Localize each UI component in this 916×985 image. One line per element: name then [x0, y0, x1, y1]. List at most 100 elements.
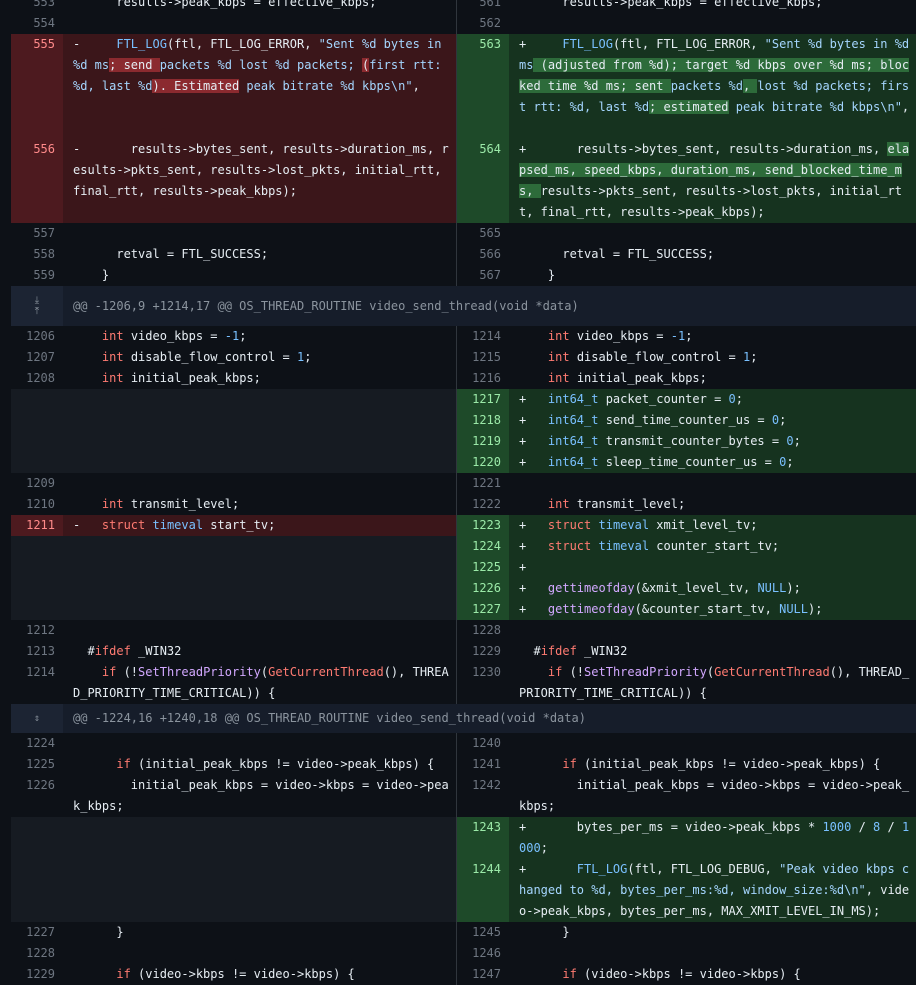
code-token: ,	[742, 79, 758, 93]
left-line-number[interactable]: 1211	[11, 515, 63, 536]
right-line-number[interactable]: 1221	[457, 473, 509, 494]
left-line-number[interactable]: 556	[11, 139, 63, 223]
hunk-expander[interactable]: ⇕	[11, 704, 63, 733]
right-code-line: + bytes_per_ms = video->peak_kbps * 1000…	[509, 817, 916, 859]
left-line-number[interactable]: 1206	[11, 326, 63, 347]
left-code-line: - FTL_LOG(ftl, FTL_LOG_ERROR, "Sent %d b…	[63, 34, 456, 139]
gutter-edge	[0, 410, 11, 431]
right-line-number[interactable]: 1245	[457, 922, 509, 943]
left-empty-gutter[interactable]	[11, 431, 63, 452]
left-line-number[interactable]: 1229	[11, 964, 63, 985]
left-line-number[interactable]: 1225	[11, 754, 63, 775]
code-token: (ftl, FTL_LOG_ERROR,	[612, 37, 765, 51]
diff-row: 1228 1246	[0, 943, 916, 964]
right-line-number[interactable]: 1217	[457, 389, 509, 410]
right-line-number[interactable]: 1240	[457, 733, 509, 754]
left-line-number[interactable]: 1228	[11, 943, 63, 964]
code-token: ;	[685, 329, 693, 343]
code-token: SetThreadPriority	[584, 665, 707, 679]
left-line-number[interactable]: 1224	[11, 733, 63, 754]
left-line-number[interactable]: 557	[11, 223, 63, 244]
right-line-number[interactable]: 1216	[457, 368, 509, 389]
right-line-number[interactable]: 1220	[457, 452, 509, 473]
right-line-number[interactable]: 1214	[457, 326, 509, 347]
expand-up-icon[interactable]: ⤒	[35, 306, 39, 317]
left-line-number[interactable]: 1207	[11, 347, 63, 368]
right-line-number[interactable]: 1243	[457, 817, 509, 859]
diff-viewport[interactable]: 553 results->peak_kbps = effective_kbps;…	[0, 0, 916, 985]
left-code-line: }	[63, 265, 456, 286]
left-code-line: initial_peak_kbps = video->kbps = video-…	[63, 775, 456, 817]
right-line-number[interactable]: 1229	[457, 641, 509, 662]
left-line-number[interactable]: 1226	[11, 775, 63, 817]
left-line-number[interactable]: 1212	[11, 620, 63, 641]
expand-both-icon[interactable]: ⇕	[34, 713, 40, 724]
expand-down-icon[interactable]: ⤓	[35, 295, 39, 306]
code-token: if	[547, 665, 563, 679]
gutter-edge	[0, 775, 11, 817]
right-code-line: int video_kbps = -1;	[509, 326, 916, 347]
right-line-number[interactable]: 563	[457, 34, 509, 139]
left-line-number[interactable]: 554	[11, 13, 63, 34]
code-token: int	[101, 371, 124, 385]
right-line-number[interactable]: 1227	[457, 599, 509, 620]
code-token: start_tv;	[203, 518, 276, 532]
right-line-number[interactable]: 1222	[457, 494, 509, 515]
right-line-number[interactable]: 1228	[457, 620, 509, 641]
right-line-number[interactable]: 1215	[457, 347, 509, 368]
left-empty-gutter[interactable]	[11, 599, 63, 620]
left-line-number[interactable]: 555	[11, 34, 63, 139]
left-empty-gutter[interactable]	[11, 452, 63, 473]
left-line-number[interactable]: 1209	[11, 473, 63, 494]
right-line-number[interactable]: 1247	[457, 964, 509, 985]
left-line-number[interactable]: 1208	[11, 368, 63, 389]
right-line-number[interactable]: 1226	[457, 578, 509, 599]
left-line-number[interactable]: 558	[11, 244, 63, 265]
right-line-number[interactable]: 565	[457, 223, 509, 244]
right-line-number[interactable]: 1242	[457, 775, 509, 817]
right-line-number[interactable]: 1219	[457, 431, 509, 452]
left-line-number[interactable]: 1210	[11, 494, 63, 515]
code-token: + bytes_per_ms = video->peak_kbps *	[519, 820, 823, 834]
right-line-number[interactable]: 1246	[457, 943, 509, 964]
left-line-number[interactable]: 1227	[11, 922, 63, 943]
left-empty-gutter[interactable]	[11, 557, 63, 578]
left-line-number[interactable]: 559	[11, 265, 63, 286]
left-line-number[interactable]: 1213	[11, 641, 63, 662]
right-line-number[interactable]: 1223	[457, 515, 509, 536]
left-empty-gutter[interactable]	[11, 389, 63, 410]
code-token: int	[547, 350, 570, 364]
right-line-number[interactable]: 567	[457, 265, 509, 286]
code-token: if	[562, 967, 577, 981]
hunk-expander[interactable]: ⤓ ⤒	[11, 286, 63, 326]
code-token: NULL	[779, 602, 809, 616]
right-line-number[interactable]: 1241	[457, 754, 509, 775]
left-empty-gutter[interactable]	[11, 817, 63, 859]
right-code-line: + int64_t send_time_counter_us = 0;	[509, 410, 916, 431]
right-line-number[interactable]: 566	[457, 244, 509, 265]
left-empty-gutter[interactable]	[11, 536, 63, 557]
right-line-number[interactable]: 561	[457, 0, 509, 13]
gutter-edge	[0, 0, 11, 13]
code-token: struct	[547, 518, 592, 532]
left-empty-gutter[interactable]	[11, 859, 63, 922]
right-line-number[interactable]: 1218	[457, 410, 509, 431]
right-line-number[interactable]: 1224	[457, 536, 509, 557]
right-line-number[interactable]: 564	[457, 139, 509, 223]
right-line-number[interactable]: 562	[457, 13, 509, 34]
left-empty-line	[63, 431, 456, 452]
diff-row: 1217 + int64_t packet_counter = 0;	[0, 389, 916, 410]
right-code-line: +	[509, 557, 916, 578]
left-empty-gutter[interactable]	[11, 410, 63, 431]
right-line-number[interactable]: 1225	[457, 557, 509, 578]
left-line-number[interactable]: 1214	[11, 662, 63, 704]
right-line-number[interactable]: 1230	[457, 662, 509, 704]
right-line-number[interactable]: 1244	[457, 859, 509, 922]
left-empty-gutter[interactable]	[11, 578, 63, 599]
left-line-number[interactable]: 553	[11, 0, 63, 13]
code-token: int64_t	[547, 413, 599, 427]
